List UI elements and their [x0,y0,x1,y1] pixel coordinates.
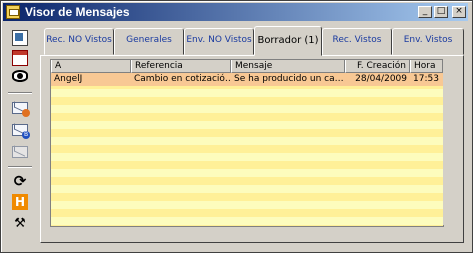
cell-hora: 17:53 [413,74,439,84]
tab-borrador[interactable]: Borrador (1) [254,26,322,56]
mail-forward-icon[interactable] [12,146,28,158]
column-header-a[interactable]: A [51,60,131,73]
mail-badge-blue: B [22,131,30,139]
tab-generales[interactable]: Generales [114,28,184,55]
cell-mensaje: Se ha producido un ca… [234,74,344,84]
mail-b-icon[interactable]: B [12,124,30,139]
cell-a: AngelJ [54,74,83,84]
table-header: A Referencia Mensaje F. Creación Hora [51,60,443,73]
tab-rec-no-vistos[interactable]: Rec. NO Vistos [44,28,114,55]
column-header-hora[interactable]: Hora [410,60,443,73]
column-header-referencia[interactable]: Referencia [131,60,231,73]
tab-env-no-vistos[interactable]: Env. NO Vistos [184,28,254,55]
new-document-icon[interactable] [12,30,28,46]
message-table: A Referencia Mensaje F. Creación Hora An… [50,59,444,227]
tab-rec-vistos[interactable]: Rec. Vistos [322,28,392,55]
scrollbar-track[interactable] [443,59,455,225]
maximize-button[interactable]: □ [434,6,448,18]
tab-env-vistos[interactable]: Env. Vistos [392,28,464,55]
tools-icon[interactable]: ⚒ [12,216,28,232]
close-button[interactable]: × [452,6,466,18]
message-tabs: Rec. NO Vistos Generales Env. NO Vistos … [44,26,464,56]
refresh-icon[interactable]: ⟳ [12,174,28,190]
column-header-fecha-creacion[interactable]: F. Creación [345,60,410,73]
table-row[interactable]: AngelJ Cambio en cotizació… Se ha produc… [51,73,443,86]
toolbar-separator [8,92,32,94]
toolbar-separator [8,166,32,168]
title-bar[interactable]: Visor de Mensajes _ □ × [3,3,468,21]
left-toolbar: B ⟳ H ⚒ [6,26,34,246]
history-h-icon[interactable]: H [12,194,28,210]
cell-fecha: 28/04/2009 [355,74,407,84]
mail-badge-orange [22,109,30,117]
vertical-scrollbar[interactable] [443,59,455,225]
minimize-button[interactable]: _ [418,6,432,18]
window-title: Visor de Mensajes [25,5,130,19]
calendar-icon[interactable] [12,50,28,66]
mail-reply-icon[interactable] [12,102,30,117]
column-header-mensaje[interactable]: Mensaje [231,60,345,73]
table-body-stripes [51,73,443,226]
cell-referencia: Cambio en cotizació… [134,74,231,84]
view-eye-icon[interactable] [12,70,28,82]
envelope-app-icon [6,5,20,19]
